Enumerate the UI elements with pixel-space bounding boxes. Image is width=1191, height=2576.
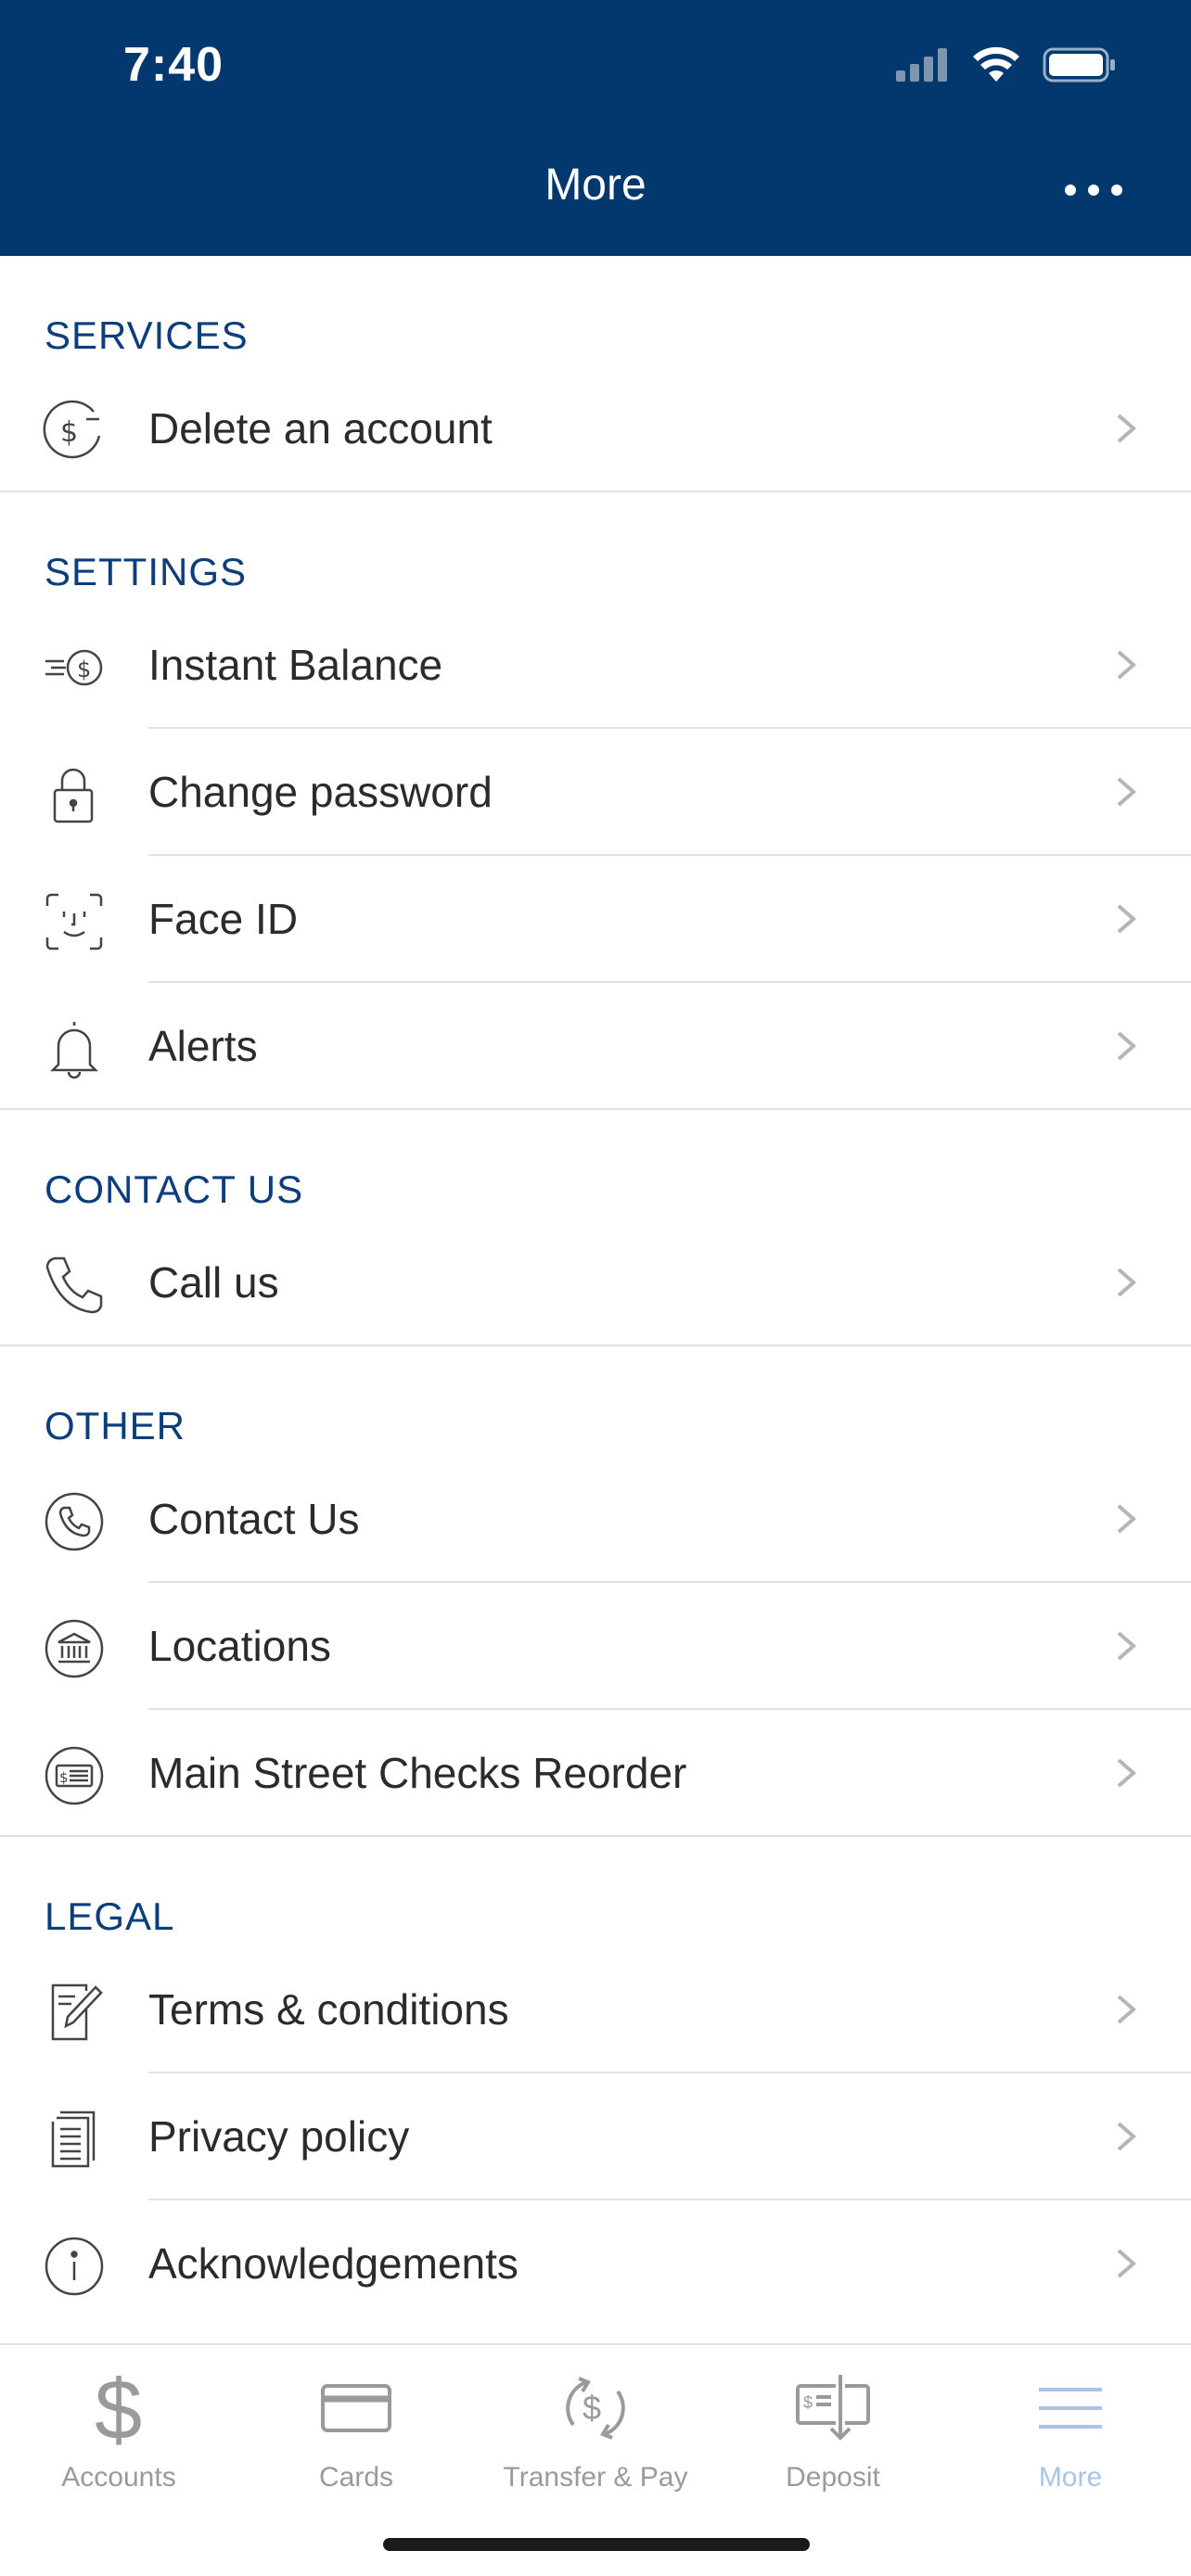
chevron-right-icon (1117, 777, 1137, 807)
tab-transfer-pay[interactable]: $ Transfer & Pay (477, 2362, 714, 2510)
section-title: LEGAL (45, 1894, 175, 1938)
row-label: Contact Us (148, 1495, 360, 1543)
transfer-icon: $ (540, 2362, 651, 2455)
document-icon (37, 2107, 111, 2172)
lock-icon (37, 762, 111, 827)
chevron-right-icon (1117, 414, 1137, 443)
dollar-minus-icon: $ (37, 399, 111, 464)
section-settings: SETTINGS $ Instant Balance Change passwo… (0, 492, 1191, 1110)
section-other: OTHER Contact Us Locations $ Main Street… (0, 1346, 1191, 1837)
row-change-password[interactable]: Change password (0, 729, 1191, 856)
row-label: Acknowledgements (148, 2239, 519, 2288)
section-title: SERVICES (45, 313, 249, 357)
section-services: SERVICES $ Delete an account (0, 256, 1191, 492)
status-icons (894, 46, 1117, 83)
row-terms[interactable]: Terms & conditions (0, 1946, 1191, 2073)
tab-deposit[interactable]: $ Deposit (714, 2362, 952, 2510)
section-title: SETTINGS (45, 550, 248, 593)
section-contact-us: CONTACT US Call us (0, 1110, 1191, 1346)
home-indicator (383, 2538, 810, 2551)
row-contact-us[interactable]: Contact Us (0, 1456, 1191, 1583)
status-time: 7:40 (123, 38, 224, 92)
dollar-icon: $ (63, 2362, 174, 2455)
tab-label: More (1038, 2462, 1103, 2493)
chevron-right-icon (1117, 650, 1137, 680)
bank-icon (37, 1616, 111, 1681)
chevron-right-icon (1117, 1031, 1137, 1061)
face-id-icon (37, 889, 111, 954)
svg-text:$: $ (59, 1769, 69, 1786)
document-pen-icon (37, 1980, 111, 2045)
row-checks-reorder[interactable]: $ Main Street Checks Reorder (0, 1710, 1191, 1837)
chevron-right-icon (1117, 1995, 1137, 2024)
row-acknowledgements[interactable]: Acknowledgements (0, 2200, 1191, 2327)
row-label: Main Street Checks Reorder (148, 1749, 687, 1797)
row-call-us[interactable]: Call us (0, 1219, 1191, 1346)
info-icon (37, 2234, 111, 2299)
menu-icon (1015, 2362, 1126, 2455)
row-label: Call us (148, 1258, 279, 1307)
svg-text:$: $ (77, 657, 91, 682)
divider (0, 1835, 1191, 1837)
row-delete-account[interactable]: $ Delete an account (0, 365, 1191, 492)
row-face-id[interactable]: Face ID (0, 856, 1191, 983)
row-instant-balance[interactable]: $ Instant Balance (0, 602, 1191, 729)
tab-cards[interactable]: Cards (237, 2362, 475, 2510)
check-icon: $ (37, 1743, 111, 1808)
deposit-icon: $ (777, 2362, 889, 2455)
chevron-right-icon (1117, 1504, 1137, 1534)
tab-label: Transfer & Pay (503, 2462, 688, 2493)
divider (0, 491, 1191, 492)
svg-text:$: $ (95, 2366, 142, 2450)
chevron-right-icon (1117, 1631, 1137, 1661)
app-header: 7:40 More (0, 0, 1191, 256)
tab-label: Accounts (61, 2462, 176, 2493)
battery-icon (1043, 47, 1115, 83)
phone-circle-icon (37, 1489, 111, 1554)
chevron-right-icon (1117, 1758, 1137, 1788)
row-label: Change password (148, 768, 493, 816)
bell-icon (37, 1016, 111, 1081)
row-label: Face ID (148, 895, 299, 943)
row-label: Terms & conditions (148, 1985, 509, 2034)
chevron-right-icon (1117, 2122, 1137, 2151)
tab-more[interactable]: More (952, 2362, 1189, 2510)
more-dots-icon[interactable] (1061, 176, 1126, 204)
svg-text:$: $ (583, 2389, 601, 2427)
section-title: OTHER (45, 1404, 186, 1447)
tab-label: Deposit (786, 2462, 880, 2493)
cellular-signal-icon (896, 48, 947, 82)
row-label: Delete an account (148, 404, 493, 453)
tab-accounts[interactable]: $ Accounts (0, 2362, 237, 2510)
settings-list: SERVICES $ Delete an account SETTINGS $ … (0, 256, 1191, 2344)
chevron-right-icon (1117, 904, 1137, 934)
svg-text:$: $ (60, 416, 78, 449)
svg-text:$: $ (803, 2393, 813, 2412)
row-label: Privacy policy (148, 2112, 410, 2161)
screen: 7:40 More SERVICES $ Delete an account S… (0, 0, 1191, 2576)
section-title: CONTACT US (45, 1167, 304, 1211)
row-label: Instant Balance (148, 641, 443, 689)
phone-icon (37, 1253, 111, 1318)
row-alerts[interactable]: Alerts (0, 983, 1191, 1110)
chevron-right-icon (1117, 1268, 1137, 1297)
row-privacy[interactable]: Privacy policy (0, 2073, 1191, 2200)
instant-balance-icon: $ (37, 635, 111, 700)
tab-label: Cards (318, 2462, 394, 2493)
row-label: Alerts (148, 1022, 258, 1070)
section-legal: LEGAL Terms & conditions Privacy policy … (0, 1837, 1191, 2327)
wifi-icon (973, 46, 1019, 82)
chevron-right-icon (1117, 2249, 1137, 2278)
card-icon (301, 2362, 412, 2455)
row-locations[interactable]: Locations (0, 1583, 1191, 1710)
row-label: Locations (148, 1622, 331, 1670)
page-title: More (544, 160, 647, 210)
divider (0, 1108, 1191, 1110)
divider (0, 1345, 1191, 1346)
